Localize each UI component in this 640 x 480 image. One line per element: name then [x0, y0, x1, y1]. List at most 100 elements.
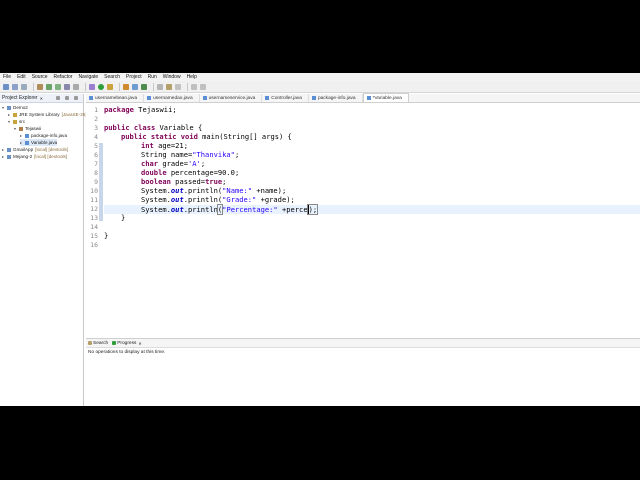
menu-source[interactable]: Source [29, 73, 51, 81]
code-line-11: System.out.println("Grade:" +grade); [141, 195, 295, 204]
bottom-tabs: Search Progress ✕ [86, 339, 640, 348]
tab-label: usernamedao.java [153, 95, 193, 101]
tree-item-package-info[interactable]: ▸ package-info.java [20, 132, 67, 139]
new-icon[interactable] [3, 83, 9, 90]
editor-tabs: usernamebean.java usernamedao.java usern… [86, 93, 640, 103]
chevron-right-icon[interactable]: ▸ [2, 154, 6, 159]
tab-controller[interactable]: Controller.java [262, 94, 309, 102]
tree-label: GmailApp [13, 147, 34, 152]
tree-item-demo2[interactable]: ▾ Demo2 [2, 104, 28, 111]
line-number: 2 [94, 115, 98, 123]
view-menu-icon[interactable] [74, 96, 78, 100]
tab-progress[interactable]: Progress ✕ [112, 341, 142, 346]
tree-item-tejaswii[interactable]: ▾ Tejaswii [14, 125, 41, 132]
open-type-icon[interactable] [157, 83, 163, 90]
menu-navigate[interactable]: Navigate [75, 73, 101, 81]
tab-label: *Variable.java [372, 95, 402, 101]
tab-search[interactable]: Search [88, 341, 108, 346]
chevron-right-icon[interactable]: ▸ [20, 133, 24, 138]
tab-label: package-info.java [317, 95, 356, 101]
line-number: 4 [94, 133, 98, 141]
tab-label: usernamebean.java [95, 95, 138, 101]
source-folder-icon [13, 119, 17, 124]
line-number: 15 [90, 232, 98, 240]
chevron-down-icon[interactable]: ▾ [2, 105, 6, 110]
link-editor-icon[interactable] [65, 96, 69, 100]
code-line-1: package Tejaswii; [104, 105, 177, 114]
save-icon[interactable] [12, 83, 18, 90]
tab-package-info[interactable]: package-info.java [309, 94, 363, 102]
tree-label: src [19, 119, 26, 124]
line-number: 5 [94, 142, 98, 150]
menu-run[interactable]: Run [145, 73, 160, 81]
project-icon [7, 154, 11, 159]
menu-edit[interactable]: Edit [14, 73, 29, 81]
tab-usernamedao[interactable]: usernamedao.java [144, 94, 200, 102]
progress-icon [112, 341, 117, 345]
project-icon [7, 105, 11, 110]
tree-label: package-info.java [31, 133, 68, 138]
debug-icon[interactable] [46, 83, 52, 90]
coverage-icon[interactable] [107, 83, 113, 90]
new-package-icon[interactable] [132, 83, 138, 90]
tab-label: usernameservice.java [208, 95, 256, 101]
line-number: 9 [94, 178, 98, 186]
tree-item-variable[interactable]: ▸ Variable.java [20, 139, 58, 146]
new-java-project-icon[interactable] [123, 83, 129, 90]
tab-label: Progress [117, 340, 137, 346]
tree-label: Tejaswii [25, 126, 42, 131]
line-number: 8 [94, 169, 98, 177]
code-line-15: } [104, 231, 109, 240]
java-file-icon [147, 96, 152, 100]
line-number-gutter: 1 2 3 4 5 6 7 8 9 10 11 12 13 14 15 16 [86, 103, 98, 329]
tree-label: JRE System Library [19, 112, 60, 117]
code-line-3: public class Variable { [104, 123, 203, 132]
menu-refactor[interactable]: Refactor [51, 73, 76, 81]
code-line-4: public static void main(String[] args) { [121, 132, 292, 141]
menu-search[interactable]: Search [101, 73, 123, 81]
tab-variable[interactable]: *Variable.java [362, 93, 409, 102]
toggle-mark-icon[interactable] [73, 83, 79, 90]
search-icon[interactable] [166, 83, 172, 90]
tab-usernamebean[interactable]: usernamebean.java [86, 94, 145, 102]
code-line-12: System.out.println("Percentage:" +perce)… [141, 204, 319, 215]
annotation-icon[interactable] [175, 83, 181, 90]
chevron-down-icon[interactable]: ▾ [8, 119, 12, 124]
collapse-all-icon[interactable] [56, 96, 60, 100]
back-icon[interactable] [191, 83, 197, 90]
chevron-right-icon[interactable]: ▸ [8, 112, 12, 117]
link-icon[interactable] [64, 83, 70, 90]
chevron-right-icon[interactable]: ▸ [20, 140, 24, 145]
tree-item-jre[interactable]: ▸ JRE System Library [JavaSE-25] [8, 111, 87, 118]
code-editor[interactable]: 1 2 3 4 5 6 7 8 9 10 11 12 13 14 15 16 p… [86, 103, 640, 329]
menu-window[interactable]: Window [160, 73, 184, 81]
chevron-down-icon[interactable]: ▾ [14, 126, 18, 131]
run-icon[interactable] [98, 83, 104, 90]
code-line-8: double percentage=90.0; [141, 168, 240, 177]
tree-item-mejang[interactable]: ▸ Mejang-2 [local] [devtools] [2, 153, 67, 160]
close-icon[interactable]: ✕ [138, 341, 141, 346]
code-line-5: int age=21; [141, 141, 188, 150]
java-file-icon [25, 140, 29, 145]
tab-usernameservice[interactable]: usernameservice.java [200, 94, 263, 102]
new-class-icon[interactable] [141, 83, 147, 90]
chevron-right-icon[interactable]: ▸ [2, 147, 6, 152]
menu-file[interactable]: File [0, 73, 14, 81]
debug-run-icon[interactable] [89, 83, 95, 90]
tree-item-gmailapp[interactable]: ▸ GmailApp [local] [devtools] [2, 146, 68, 153]
line-number: 3 [94, 124, 98, 132]
menu-project[interactable]: Project [123, 73, 145, 81]
forward-icon[interactable] [200, 83, 206, 90]
line-number: 13 [90, 214, 98, 222]
package-icon [19, 126, 23, 131]
skip-breakpoints-icon[interactable] [55, 83, 61, 90]
code-line-9: boolean passed=true; [141, 177, 227, 186]
java-file-icon [25, 133, 29, 138]
save-all-icon[interactable] [21, 83, 27, 90]
changed-lines-marker [99, 143, 103, 221]
explorer-close-icon[interactable]: ✕ [40, 96, 43, 101]
menu-help[interactable]: Help [184, 73, 200, 81]
tree-item-src[interactable]: ▾ src [8, 118, 25, 125]
terminal-icon[interactable] [37, 83, 43, 90]
bottom-panel: Search Progress ✕ No operations to displ… [86, 338, 640, 406]
